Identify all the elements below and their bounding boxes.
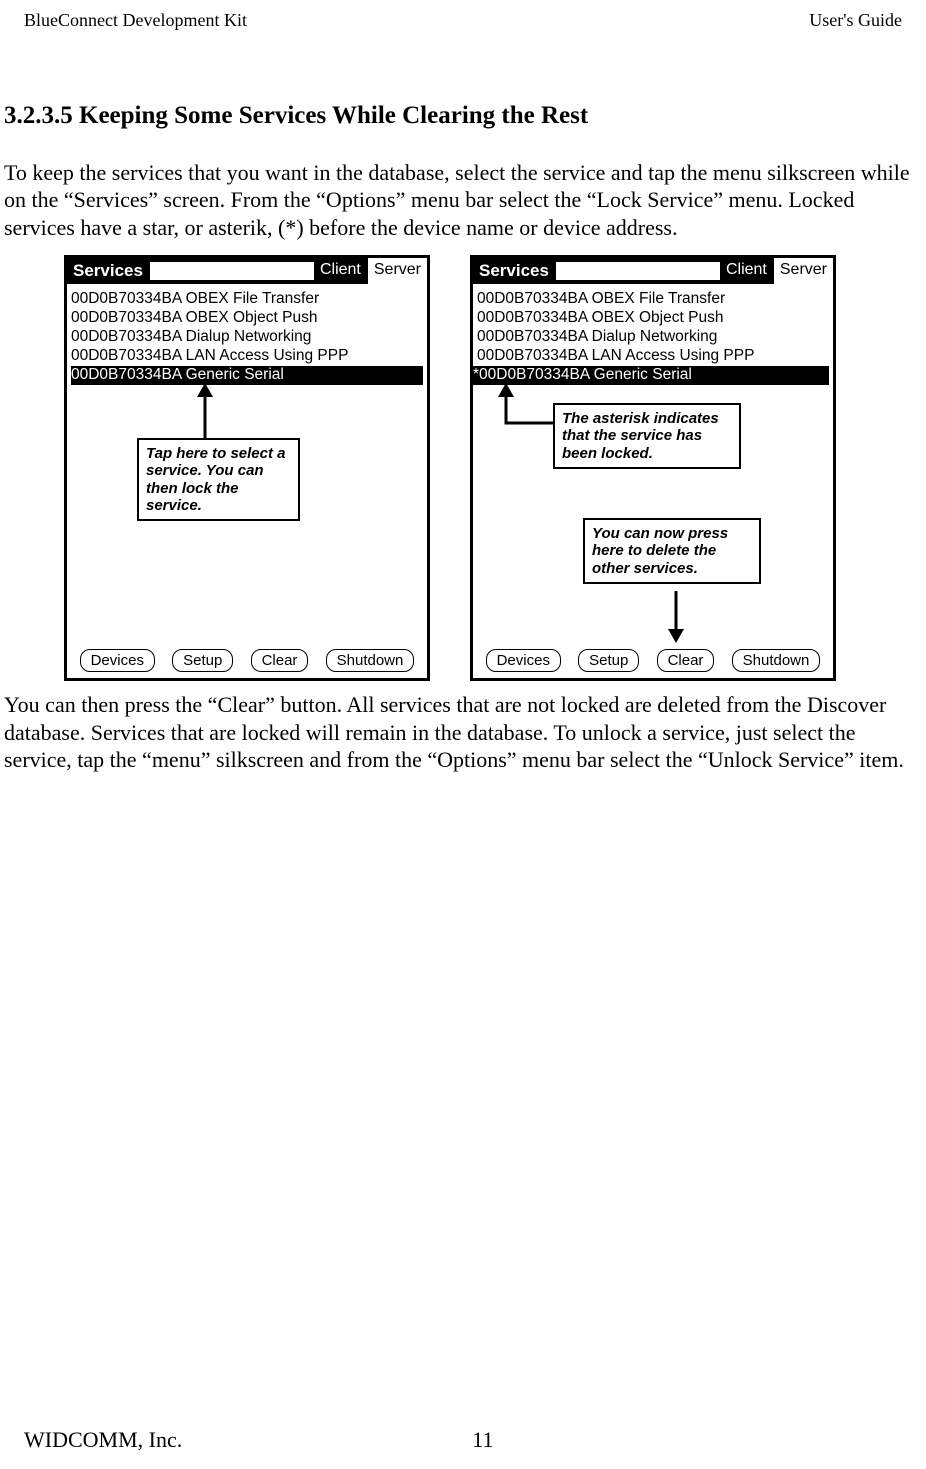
- devices-button[interactable]: Devices: [486, 649, 561, 672]
- arrow-asterisk-icon: [488, 383, 558, 433]
- footer-company: WIDCOMM, Inc.: [24, 1427, 182, 1453]
- palm-dropdown-left[interactable]: [149, 261, 314, 281]
- palm-role-server-left[interactable]: Server: [367, 258, 427, 284]
- list-item[interactable]: 00D0B70334BA LAN Access Using PPP: [477, 347, 829, 366]
- list-item[interactable]: 00D0B70334BA OBEX Object Push: [71, 309, 423, 328]
- palm-title-left: Services: [67, 258, 149, 284]
- callout-right-top: The asterisk indicates that the service …: [553, 403, 741, 469]
- list-item[interactable]: 00D0B70334BA OBEX File Transfer: [477, 290, 829, 309]
- callout-right-bottom: You can now press here to delete the oth…: [583, 518, 761, 584]
- palm-list-right: 00D0B70334BA OBEX File Transfer 00D0B703…: [473, 284, 833, 385]
- paragraph-2: You can then press the “Clear” button. A…: [4, 691, 922, 774]
- section-title: Keeping Some Services While Clearing the…: [79, 102, 588, 129]
- list-item[interactable]: 00D0B70334BA Dialup Networking: [71, 328, 423, 347]
- header-right: User's Guide: [809, 10, 902, 31]
- page-header: BlueConnect Development Kit User's Guide: [0, 0, 926, 31]
- callout-left: Tap here to select a service. You can th…: [137, 438, 300, 521]
- setup-button[interactable]: Setup: [172, 649, 233, 672]
- section-number: 3.2.3.5: [4, 102, 73, 129]
- clear-button[interactable]: Clear: [657, 649, 715, 672]
- footer-page-number: 11: [472, 1427, 493, 1453]
- devices-button[interactable]: Devices: [80, 649, 155, 672]
- shutdown-button[interactable]: Shutdown: [326, 649, 415, 672]
- palm-dropdown-right[interactable]: [555, 261, 720, 281]
- list-item[interactable]: 00D0B70334BA LAN Access Using PPP: [71, 347, 423, 366]
- palm-role-server-right[interactable]: Server: [773, 258, 833, 284]
- palm-role-client-right[interactable]: Client: [720, 258, 773, 284]
- screenshots-container: Services Client Server 00D0B70334BA OBEX…: [4, 249, 922, 687]
- list-item[interactable]: 00D0B70334BA Dialup Networking: [477, 328, 829, 347]
- page-footer: WIDCOMM, Inc. 11: [0, 1427, 926, 1453]
- palm-screen-left: Services Client Server 00D0B70334BA OBEX…: [64, 255, 430, 681]
- section-heading: 3.2.3.5 Keeping Some Services While Clea…: [4, 52, 922, 138]
- palm-buttons-right: Devices Setup Clear Shutdown: [473, 649, 833, 672]
- list-item[interactable]: 00D0B70334BA OBEX File Transfer: [71, 290, 423, 309]
- palm-titlebar-left: Services Client Server: [67, 258, 427, 284]
- paragraph-1: To keep the services that you want in th…: [4, 159, 922, 242]
- setup-button[interactable]: Setup: [578, 649, 639, 672]
- list-item[interactable]: 00D0B70334BA OBEX Object Push: [477, 309, 829, 328]
- list-item-selected[interactable]: 00D0B70334BA Generic Serial: [71, 366, 423, 385]
- palm-list-left: 00D0B70334BA OBEX File Transfer 00D0B703…: [67, 284, 427, 385]
- palm-title-right: Services: [473, 258, 555, 284]
- arrow-up-icon: [187, 383, 223, 438]
- clear-button[interactable]: Clear: [251, 649, 309, 672]
- palm-buttons-left: Devices Setup Clear Shutdown: [67, 649, 427, 672]
- palm-screen-right: Services Client Server 00D0B70334BA OBEX…: [470, 255, 836, 681]
- shutdown-button[interactable]: Shutdown: [732, 649, 821, 672]
- header-left: BlueConnect Development Kit: [24, 10, 247, 31]
- arrow-down-icon: [661, 591, 691, 646]
- list-item-selected-locked[interactable]: *00D0B70334BA Generic Serial: [473, 366, 829, 385]
- palm-role-client-left[interactable]: Client: [314, 258, 367, 284]
- palm-titlebar-right: Services Client Server: [473, 258, 833, 284]
